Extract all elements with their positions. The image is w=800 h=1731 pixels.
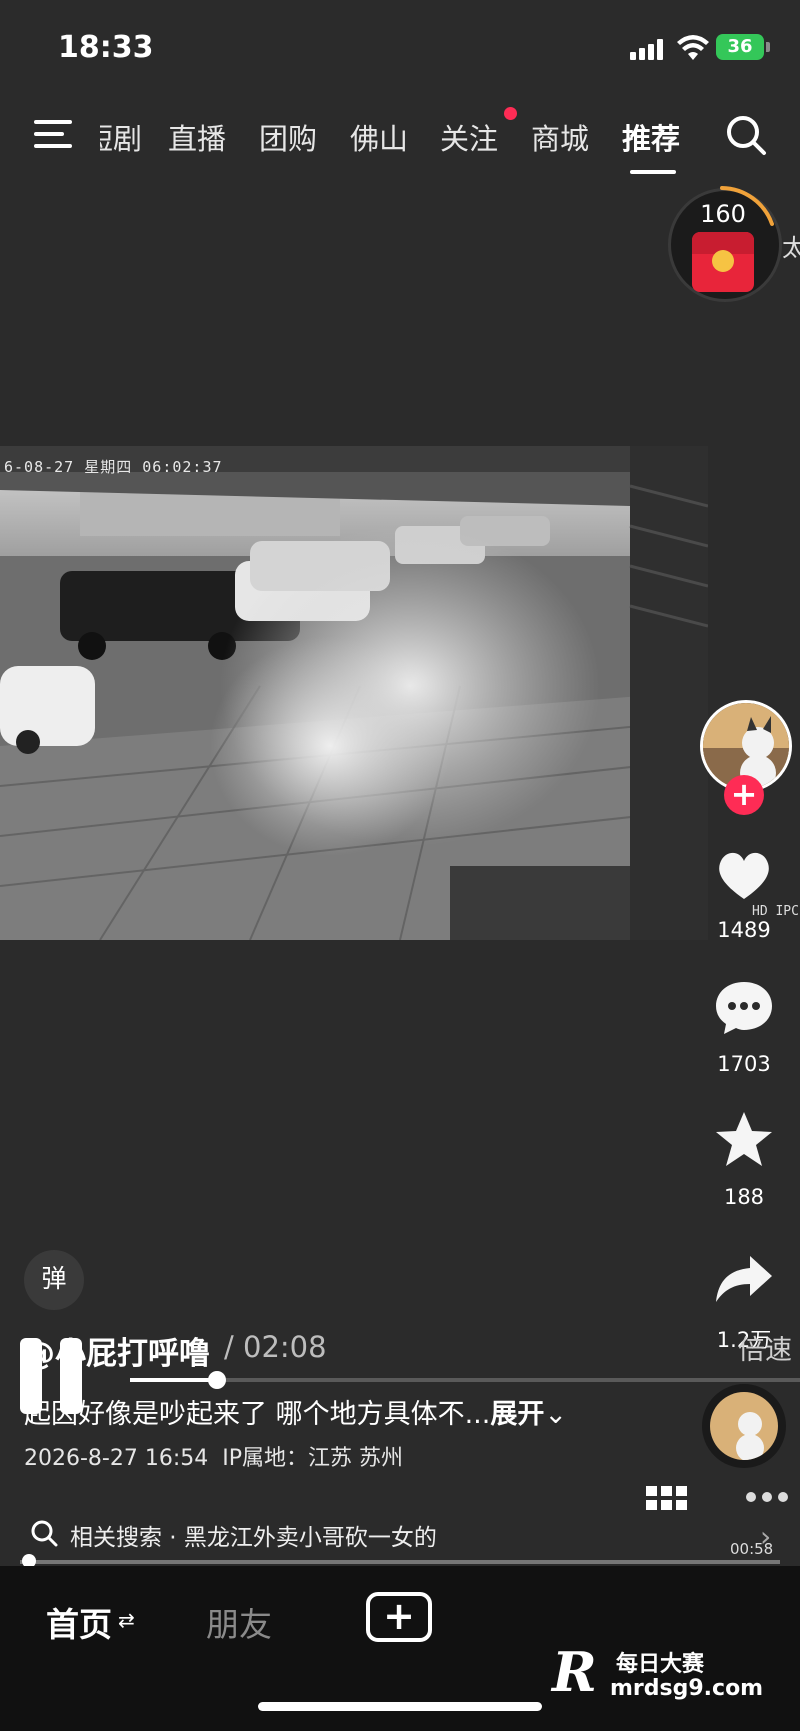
post-datetime: 2026-8-27 16:54 xyxy=(24,1446,209,1471)
like-icon[interactable] xyxy=(714,845,774,905)
swap-icon[interactable]: ⇄ xyxy=(118,1608,135,1632)
progress-track[interactable] xyxy=(130,1378,800,1382)
caption-text: 起因好像是吵起来了 哪个地方具体不... xyxy=(24,1399,491,1430)
nav-tab-following[interactable]: 关注 xyxy=(440,116,498,158)
home-indicator xyxy=(258,1702,542,1711)
more-icon[interactable] xyxy=(745,1490,789,1504)
active-tab-underline xyxy=(630,170,676,174)
wifi-icon xyxy=(677,35,709,60)
music-cover xyxy=(710,1392,778,1460)
music-disc[interactable] xyxy=(702,1384,786,1468)
mini-player-time: 00:58 xyxy=(730,1540,774,1558)
signal-icon xyxy=(630,38,668,60)
nav-tab-mall[interactable]: 商城 xyxy=(531,116,589,158)
mini-progress-track xyxy=(20,1560,780,1564)
video-player[interactable] xyxy=(0,446,708,940)
ip-location: IP属地：江苏 苏州 xyxy=(222,1446,403,1471)
menu-icon[interactable] xyxy=(34,120,74,150)
battery-indicator: 36 xyxy=(716,34,770,60)
app-screen: 18:33 36 短剧 直播 团购 佛山 关注 商城 推荐 160 太 6-08… xyxy=(0,0,800,1731)
search-icon xyxy=(31,1520,58,1547)
progress-knob[interactable] xyxy=(208,1371,227,1389)
follow-button[interactable]: + xyxy=(724,775,764,815)
cctv-timestamp: 6-08-27 星期四 06:02:37 xyxy=(4,458,223,476)
tab-home[interactable]: 首页 xyxy=(46,1598,112,1646)
video-caption: 起因好像是吵起来了 哪个地方具体不...展开⌄ xyxy=(24,1392,567,1431)
tab-friends[interactable]: 朋友 xyxy=(206,1598,272,1646)
favorite-count: 188 xyxy=(723,1185,765,1209)
coin-count: 160 xyxy=(700,200,746,228)
danmaku-toggle[interactable]: 弹 xyxy=(24,1250,84,1310)
nav-tab-live[interactable]: 直播 xyxy=(168,116,226,158)
post-meta: 2026-8-27 16:54 IP属地：江苏 苏州 xyxy=(24,1440,403,1472)
create-post-button[interactable]: + xyxy=(366,1592,432,1642)
related-search-text[interactable]: 相关搜索 · 黑龙江外卖小哥砍一女的 xyxy=(70,1518,437,1552)
nav-tab-foshan[interactable]: 佛山 xyxy=(350,116,408,158)
following-notification-dot xyxy=(504,107,517,120)
comment-count: 1703 xyxy=(717,1052,771,1076)
comment-icon[interactable] xyxy=(714,978,774,1038)
search-icon[interactable] xyxy=(724,113,768,157)
red-packet-button xyxy=(712,250,734,272)
share-icon[interactable] xyxy=(714,1250,774,1310)
like-count: 1489 xyxy=(717,918,771,942)
battery-level: 36 xyxy=(727,36,753,57)
progress-fill xyxy=(130,1378,218,1382)
star-icon[interactable] xyxy=(714,1110,774,1170)
chevron-down-icon[interactable]: ⌄ xyxy=(544,1399,567,1430)
speed-label[interactable]: 倍速 xyxy=(738,1328,792,1367)
status-time: 18:33 xyxy=(58,30,154,65)
danmaku-label: 弹 xyxy=(41,1264,67,1293)
watermark-site: mrdsg9.com xyxy=(610,1676,764,1701)
watermark-title: 每日大赛 xyxy=(616,1652,705,1677)
video-duration: / 02:08 xyxy=(224,1330,327,1364)
widget-side-text: 太 xyxy=(782,234,800,262)
cctv-brand: HD IPC xyxy=(752,904,799,919)
watermark-logo: R xyxy=(552,1640,597,1704)
nav-tab-group-buy[interactable]: 团购 xyxy=(259,116,317,158)
nav-tab-recommend[interactable]: 推荐 xyxy=(622,116,680,158)
expand-link[interactable]: 展开 xyxy=(490,1399,544,1430)
nav-tab-short-drama[interactable]: 短剧 xyxy=(100,116,142,158)
